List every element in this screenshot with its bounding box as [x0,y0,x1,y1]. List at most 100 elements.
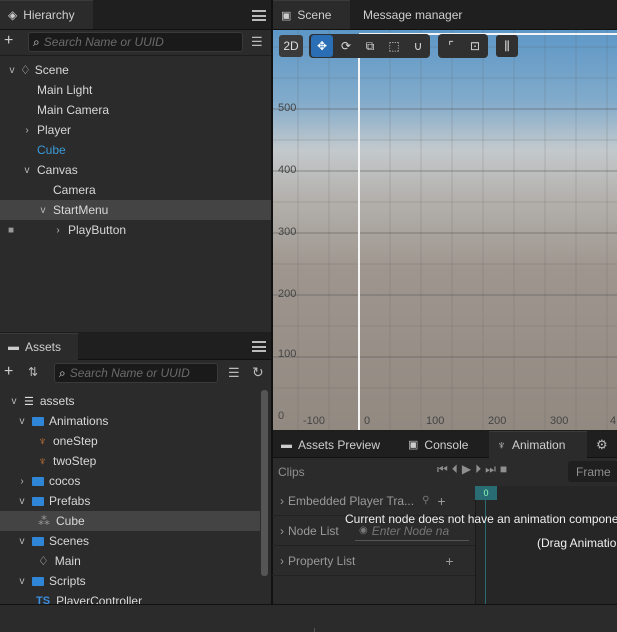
next-frame-icon[interactable]: ⏵ [475,462,481,477]
tree-node-scene[interactable]: v ♢ Scene [0,60,271,80]
tree-node-main-light[interactable]: Main Light [0,80,271,100]
asset-cube-prefab[interactable]: ⁂ Cube [0,511,260,531]
asset-animations[interactable]: v Animations [0,411,260,431]
pivot-icon[interactable]: ⌜ [440,35,462,57]
magnet-tool-icon[interactable]: ∪ [407,35,429,57]
chevron-right-icon[interactable]: › [280,494,284,508]
tree-node-label: Main Light [37,83,93,97]
asset-twostep[interactable]: ♆ twoStep [0,451,260,471]
hierarchy-search[interactable]: ⌕ [28,32,243,52]
tree-node-player[interactable]: › Player [0,120,271,140]
tab-message-manager[interactable]: Message manager [352,0,476,29]
jump-to-start-icon[interactable]: ⏮ [437,462,448,477]
chevron-right-icon[interactable]: › [280,524,284,538]
move-tool-icon[interactable]: ✥ [311,35,333,57]
y-tick-label: 200 [278,288,297,300]
scene-viewport[interactable] [273,30,617,430]
chevron-right-icon[interactable]: › [21,125,33,136]
list-view-icon[interactable]: ☰ [228,365,240,381]
asset-label: PlayerController [56,594,143,604]
mode-2d-label: 2D [283,39,299,53]
asset-playercontroller[interactable]: TS PlayerController [0,591,260,604]
stop-icon[interactable]: ■ [500,462,507,477]
embedded-player-label: Embedded Player Tra... [288,493,415,508]
hierarchy-search-input[interactable] [43,35,242,49]
hierarchy-collapse-icon[interactable]: ☰ [251,34,263,50]
mode-2d-button[interactable]: 2D [279,35,303,57]
chevron-down-icon[interactable]: v [16,536,28,547]
chevron-down-icon[interactable]: v [16,496,28,507]
chevron-down-icon[interactable]: v [6,65,18,76]
chevron-right-icon[interactable]: › [16,476,28,487]
y-tick-label: 300 [278,226,297,238]
tree-node-label: Cube [37,143,66,157]
console-icon: ▣ [408,439,419,451]
chevron-down-icon[interactable]: v [16,416,28,427]
lock-icon[interactable]: ■ [8,225,18,236]
tree-node-playbutton[interactable]: ■ › PlayButton [0,220,271,240]
timeline-cursor[interactable]: 0 [475,486,497,500]
tab-scene[interactable]: ▣ Scene [273,0,350,29]
tree-node-main-camera[interactable]: Main Camera [0,100,271,120]
asset-label: twoStep [53,454,97,468]
chevron-down-icon[interactable]: v [16,576,28,587]
assets-search-input[interactable] [69,366,217,380]
y-tick-label: 500 [278,102,297,114]
refresh-icon[interactable]: ↻ [252,364,264,381]
asset-prefabs[interactable]: v Prefabs [0,491,260,511]
status-divider [314,628,315,632]
tab-assets-preview-label: Assets Preview [298,437,381,452]
rotate-tool-icon[interactable]: ⟳ [335,35,357,57]
chevron-right-icon[interactable]: › [52,225,64,236]
y-tick-label: 400 [278,164,297,176]
sort-icon[interactable]: ⇅ [28,365,38,379]
assets-search[interactable]: ⌕ [54,363,218,383]
assets-menu-icon[interactable] [252,341,266,352]
scale-tool-icon[interactable]: ⧉ [359,35,381,57]
tab-hierarchy-label: Hierarchy [23,8,75,22]
tab-assets-preview[interactable]: ▬ Assets Preview [273,431,395,458]
tab-animation[interactable]: ♆ Animation [489,431,587,458]
add-icon[interactable]: + [445,553,453,569]
tab-hierarchy[interactable]: ◈ Hierarchy [0,0,93,29]
next-tab-icon[interactable]: ⚙ [596,437,608,453]
flame-icon: ♢ [20,63,31,77]
snap-icon[interactable]: ⫼ [496,35,518,57]
tree-node-camera[interactable]: Camera [0,180,271,200]
asset-onestep[interactable]: ♆ oneStep [0,431,260,451]
rect-tool-icon[interactable]: ⬚ [383,35,405,57]
tab-assets[interactable]: ▬ Assets [0,333,78,360]
property-list-row[interactable]: › Property List + [272,546,475,576]
tree-node-cube[interactable]: Cube [0,140,271,160]
tree-node-canvas[interactable]: v Canvas [0,160,271,180]
layers-icon: ◈ [8,8,18,22]
chevron-down-icon[interactable]: v [8,396,20,407]
assets-add-icon[interactable]: + [4,363,13,381]
hierarchy-menu-icon[interactable] [252,10,266,21]
add-icon[interactable]: + [437,493,445,509]
jump-to-end-icon[interactable]: ⏭ [485,462,496,477]
play-icon[interactable]: ▶ [462,462,471,477]
tab-console[interactable]: ▣ Console [400,431,484,458]
asset-label: cocos [49,474,81,488]
tree-node-startmenu[interactable]: v StartMenu [0,200,271,220]
asset-main-scene[interactable]: ♢ Main [0,551,260,571]
chevron-down-icon[interactable]: v [21,165,33,176]
frame-field[interactable]: Frame [568,461,617,482]
chevron-right-icon[interactable]: › [280,554,284,568]
asset-scripts[interactable]: v Scripts [0,571,260,591]
assets-scrollbar[interactable] [261,390,268,576]
status-bar [0,604,617,632]
scene-grid [273,30,617,430]
typescript-icon: TS [36,595,51,604]
previous-frame-icon[interactable]: ⏴ [452,462,458,477]
hierarchy-add-icon[interactable]: + [4,32,13,50]
lock-icon[interactable]: ⚲ [422,495,429,506]
chevron-down-icon[interactable]: v [37,205,49,216]
asset-cocos[interactable]: › cocos [0,471,260,491]
local-global-icon[interactable]: ⊡ [464,35,486,57]
node-list-label: Node List [288,523,339,538]
asset-assets[interactable]: v ☰ assets [0,391,260,411]
asset-scenes[interactable]: v Scenes [0,531,260,551]
assets-tree: v ☰ assets v Animations ♆ oneStep ♆ twoS… [0,386,271,604]
